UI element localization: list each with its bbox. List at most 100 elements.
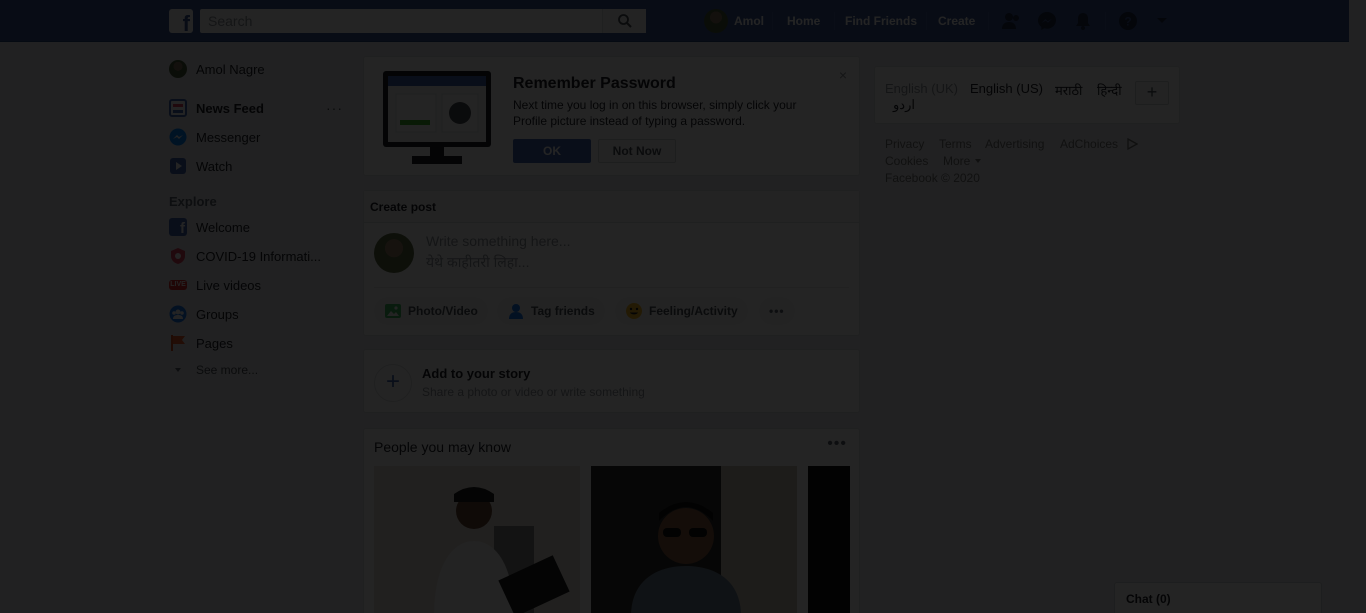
watch-icon bbox=[170, 158, 186, 174]
avatar bbox=[374, 233, 414, 273]
footer-copyright: Facebook © 2020 bbox=[885, 171, 980, 185]
groups-icon bbox=[169, 305, 187, 323]
sidebar-item-label: Messenger bbox=[196, 129, 261, 145]
search-icon bbox=[618, 14, 632, 28]
adchoices-icon bbox=[1127, 138, 1138, 150]
nav-divider bbox=[772, 12, 773, 30]
footer-link-adchoices[interactable]: AdChoices bbox=[1060, 137, 1118, 151]
chat-bar[interactable]: Chat (0) bbox=[1114, 582, 1322, 613]
nav-profile-name: Amol bbox=[734, 14, 764, 28]
friend-requests-icon[interactable] bbox=[1001, 11, 1021, 31]
sidebar-item-groups[interactable]: Groups bbox=[169, 303, 239, 325]
more-options-button[interactable]: ••• bbox=[759, 297, 795, 325]
sidebar-item-live-videos[interactable]: LIVE Live videos bbox=[169, 274, 261, 296]
live-icon: LIVE bbox=[169, 280, 187, 290]
chat-label: Chat (0) bbox=[1126, 592, 1171, 606]
sidebar-profile-name: Amol Nagre bbox=[196, 61, 265, 77]
photo-icon bbox=[385, 304, 401, 318]
create-post-card: Create post Write something here... येथे… bbox=[363, 190, 860, 336]
tag-friends-label: Tag friends bbox=[531, 304, 595, 318]
language-option[interactable]: English (US) bbox=[970, 81, 1043, 96]
caret-down-icon bbox=[975, 159, 981, 163]
pages-icon bbox=[171, 335, 185, 351]
feeling-icon bbox=[626, 303, 642, 319]
tag-friends-button[interactable]: Tag friends bbox=[497, 297, 605, 325]
news-feed-options-button[interactable]: ··· bbox=[326, 100, 343, 116]
add-language-button[interactable]: + bbox=[1135, 81, 1169, 105]
see-more-label: See more... bbox=[196, 363, 259, 377]
sidebar-item-label: Groups bbox=[196, 306, 239, 322]
avatar bbox=[169, 60, 187, 78]
remember-password-text: Next time you log in on this browser, si… bbox=[513, 98, 797, 128]
sidebar-item-label: Welcome bbox=[196, 219, 250, 235]
language-option[interactable]: हिन्दी bbox=[1097, 81, 1122, 99]
create-post-title: Create post bbox=[370, 200, 437, 214]
language-option[interactable]: اردو bbox=[893, 97, 915, 113]
sidebar-item-pages[interactable]: Pages bbox=[169, 332, 233, 354]
person-photo-image bbox=[591, 466, 797, 613]
suggested-person-photo[interactable] bbox=[591, 466, 797, 613]
person-photo-image bbox=[374, 466, 580, 613]
pymk-options-button[interactable]: ••• bbox=[827, 435, 847, 453]
close-icon[interactable]: × bbox=[839, 67, 847, 83]
language-selector: English (UK) English (US) मराठी हिन्दी ا… bbox=[874, 66, 1180, 124]
svg-text:?: ? bbox=[1124, 15, 1131, 29]
search-button[interactable] bbox=[602, 9, 646, 33]
language-option[interactable]: मराठी bbox=[1055, 81, 1082, 99]
not-now-button[interactable]: Not Now bbox=[598, 139, 676, 163]
sidebar-item-label: COVID-19 Informati... bbox=[196, 248, 321, 264]
sidebar-item-covid[interactable]: COVID-19 Informati... bbox=[169, 245, 321, 267]
footer-link-terms[interactable]: Terms bbox=[939, 137, 972, 151]
photo-video-button[interactable]: Photo/Video bbox=[374, 297, 488, 325]
post-composer-input-secondary[interactable]: येथे काहीतरी लिहा... bbox=[426, 253, 529, 272]
account-menu-icon[interactable] bbox=[1156, 15, 1168, 27]
post-composer-input[interactable]: Write something here... bbox=[426, 233, 570, 249]
welcome-icon: f bbox=[169, 218, 187, 236]
top-navigation-bar: f Amol Home Find Friends Create ? bbox=[0, 0, 1349, 42]
nav-find-friends[interactable]: Find Friends bbox=[845, 14, 917, 28]
footer-link-cookies[interactable]: Cookies bbox=[885, 154, 928, 168]
story-subtitle: Share a photo or video or write somethin… bbox=[422, 385, 645, 399]
footer-link-privacy[interactable]: Privacy bbox=[885, 137, 924, 151]
nav-create[interactable]: Create bbox=[938, 14, 975, 28]
footer-link-more[interactable]: More bbox=[943, 154, 970, 168]
ok-button[interactable]: OK bbox=[513, 139, 591, 163]
pymk-title: People you may know bbox=[374, 439, 511, 455]
sidebar-item-label: News Feed bbox=[196, 100, 264, 116]
sidebar-item-label: Live videos bbox=[196, 277, 262, 293]
people-you-may-know-card: People you may know ••• bbox=[363, 428, 860, 613]
sidebar-item-news-feed[interactable]: News Feed bbox=[169, 97, 264, 119]
nav-divider bbox=[988, 12, 989, 30]
remember-password-title: Remember Password bbox=[513, 75, 676, 92]
sidebar-item-label: Watch bbox=[196, 158, 233, 174]
nav-profile-link[interactable]: Amol bbox=[704, 9, 764, 33]
sidebar-item-welcome[interactable]: f Welcome bbox=[169, 216, 250, 238]
nav-home[interactable]: Home bbox=[787, 14, 820, 28]
nav-divider bbox=[834, 12, 835, 30]
search-box bbox=[200, 9, 646, 33]
footer-link-advertising[interactable]: Advertising bbox=[985, 137, 1044, 151]
divider bbox=[374, 287, 849, 288]
explore-heading: Explore bbox=[169, 194, 217, 209]
suggested-person-photo[interactable] bbox=[808, 466, 850, 613]
nav-divider bbox=[926, 12, 927, 30]
messenger-icon[interactable] bbox=[1037, 11, 1057, 31]
suggested-person-photo[interactable] bbox=[374, 466, 580, 613]
create-post-header: Create post bbox=[364, 191, 859, 223]
plus-icon: + bbox=[374, 364, 412, 402]
sidebar-see-more[interactable]: See more... bbox=[169, 359, 258, 381]
feeling-activity-button[interactable]: Feeling/Activity bbox=[615, 297, 748, 325]
tag-friends-icon bbox=[509, 304, 523, 319]
sidebar-item-messenger[interactable]: Messenger bbox=[169, 126, 260, 148]
sidebar-item-label: Pages bbox=[196, 335, 233, 351]
add-story-card[interactable]: + Add to your story Share a photo or vid… bbox=[363, 349, 860, 413]
chevron-down-icon bbox=[175, 368, 181, 372]
remember-password-card: Remember Password Next time you log in o… bbox=[363, 56, 860, 176]
search-input[interactable] bbox=[200, 9, 600, 33]
language-option[interactable]: English (UK) bbox=[885, 81, 958, 96]
notifications-icon[interactable] bbox=[1073, 11, 1093, 31]
sidebar-item-watch[interactable]: Watch bbox=[169, 155, 232, 177]
help-icon[interactable]: ? bbox=[1118, 11, 1138, 31]
sidebar-profile[interactable]: Amol Nagre bbox=[169, 58, 265, 80]
facebook-logo[interactable]: f bbox=[169, 9, 193, 35]
